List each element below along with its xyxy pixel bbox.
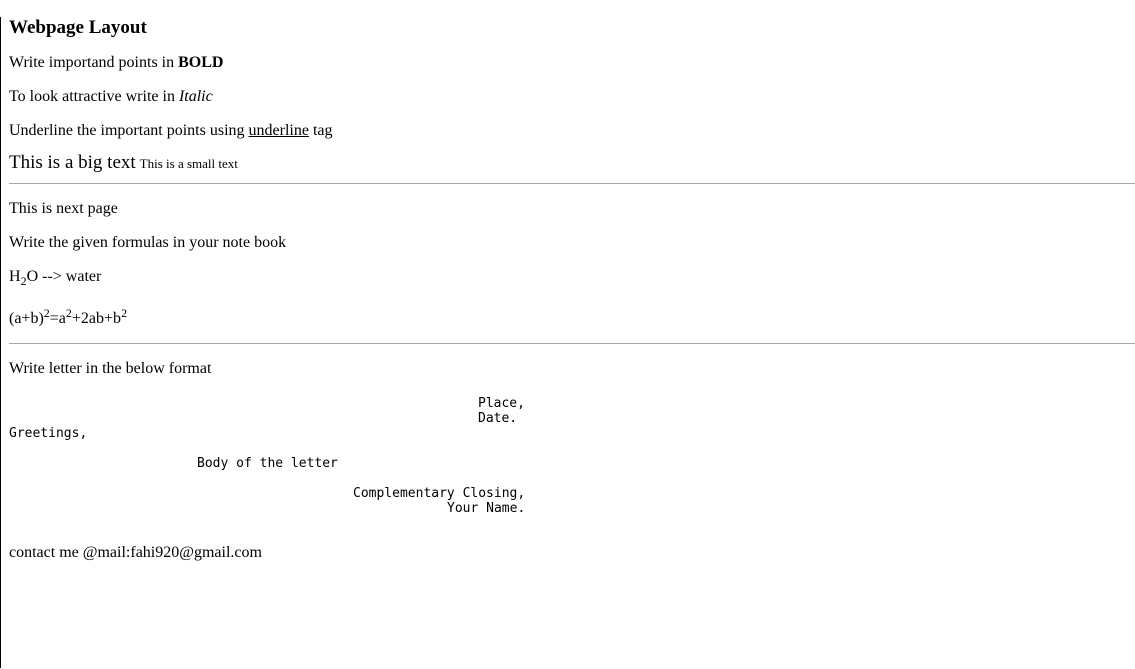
page-frame (0, 17, 1135, 668)
